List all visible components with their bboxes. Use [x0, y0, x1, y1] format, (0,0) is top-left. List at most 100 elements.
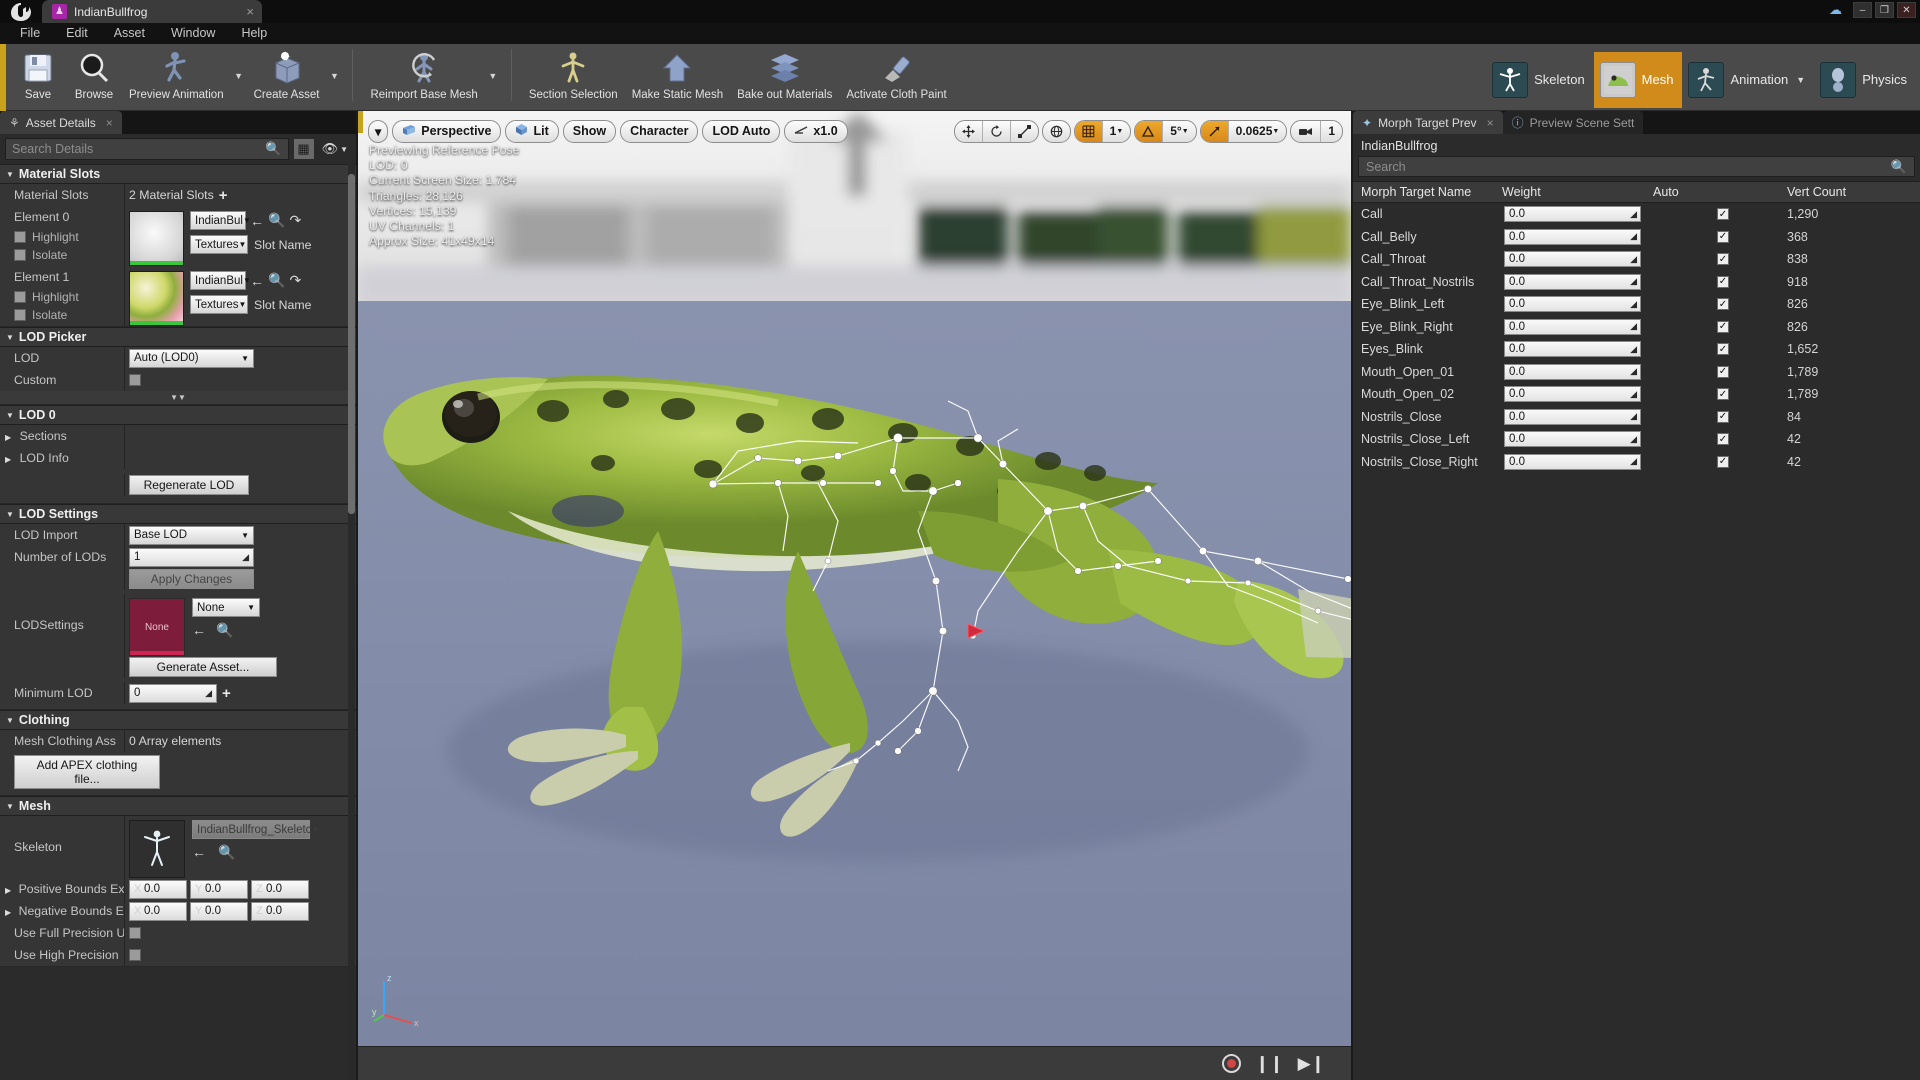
element-0-highlight-checkbox[interactable]	[14, 231, 26, 243]
create-asset-button[interactable]: Create Asset	[247, 44, 327, 107]
mor-auto-checkbox[interactable]: ✓	[1717, 253, 1729, 266]
spinner-icon[interactable]: ◢	[1630, 456, 1637, 467]
element-0-material-combo[interactable]: IndianBul ▼	[190, 211, 251, 230]
spinner-icon[interactable]: ◢	[1630, 344, 1637, 355]
skeleton-reset-arrow-icon[interactable]: ←	[192, 844, 206, 861]
morph-weight-slider[interactable]: 0.0 ◢	[1504, 431, 1641, 448]
mor-auto-checkbox[interactable]: ✓	[1717, 433, 1729, 446]
regenerate-lod-button[interactable]: Regenerate LOD	[129, 475, 249, 495]
spinner-icon[interactable]: ◢	[1630, 276, 1637, 287]
generate-asset-button[interactable]: Generate Asset...	[129, 657, 277, 677]
morph-weight-slider[interactable]: 0.0 ◢	[1504, 363, 1641, 380]
viewport-perspective-button[interactable]: Perspective	[392, 119, 502, 143]
positive-bounds-x[interactable]: X 0.0	[129, 879, 187, 899]
spinner-icon[interactable]: ◢	[1630, 434, 1637, 445]
tab-close-icon[interactable]: ×	[106, 116, 113, 130]
element-0-browse-icon[interactable]: 🔍	[268, 212, 285, 229]
morph-weight-slider[interactable]: 0.0 ◢	[1504, 296, 1641, 313]
menu-edit[interactable]: Edit	[53, 23, 101, 44]
custom-checkbox[interactable]	[129, 374, 141, 386]
negative-bounds-z[interactable]: Z 0.0	[251, 901, 309, 921]
viewport[interactable]: ▾ Perspective Lit Show Character LOD Aut…	[358, 111, 1351, 1080]
category-lod-settings[interactable]: ▼ LOD Settings	[0, 504, 356, 524]
mor-auto-checkbox[interactable]: ✓	[1717, 455, 1729, 468]
tab-asset-details[interactable]: ⚘ Asset Details ×	[0, 111, 122, 134]
minimum-lod-input[interactable]: 0 ◢	[129, 683, 217, 703]
grid-view-icon[interactable]: ▦	[292, 138, 315, 160]
mor-auto-checkbox[interactable]: ✓	[1717, 365, 1729, 378]
scale-tool-icon[interactable]	[1011, 121, 1038, 142]
spinner-icon[interactable]: ◢	[1630, 389, 1637, 400]
add-minimum-lod-button[interactable]: +	[222, 685, 231, 702]
lodsettings-reset-arrow-icon[interactable]: ←	[192, 622, 206, 639]
animation-mode-caret-icon[interactable]: ▼	[1796, 75, 1805, 85]
element-1-material-thumbnail[interactable]	[129, 271, 184, 326]
element-1-browse-icon[interactable]: 🔍	[268, 272, 285, 289]
details-scrollbar[interactable]	[348, 164, 355, 1080]
table-row[interactable]: Eye_Blink_Left 0.0 ◢ ✓ 826	[1353, 293, 1920, 316]
step-forward-button[interactable]: ▶❙	[1298, 1054, 1325, 1074]
details-scroll-area[interactable]: ▼ Material Slots Material Slots 2 Materi…	[0, 164, 356, 1080]
category-clothing[interactable]: ▼ Clothing	[0, 710, 356, 730]
element-0-material-thumbnail[interactable]	[129, 211, 184, 266]
morph-weight-slider[interactable]: 0.0 ◢	[1504, 453, 1641, 470]
spinner-icon[interactable]: ◢	[242, 552, 249, 563]
mode-mesh[interactable]: Mesh	[1593, 51, 1683, 108]
number-of-lods-input[interactable]: 1 ◢	[129, 547, 254, 567]
cloud-icon[interactable]: ☁	[1829, 2, 1842, 18]
section-selection-button[interactable]: Section Selection	[522, 44, 625, 107]
negative-bounds-y[interactable]: Y 0.0	[190, 901, 248, 921]
table-row[interactable]: Call_Throat 0.0 ◢ ✓ 838	[1353, 248, 1920, 271]
lodsettings-browse-icon[interactable]: 🔍	[216, 622, 233, 639]
use-high-precision-checkbox[interactable]	[129, 949, 141, 961]
menu-window[interactable]: Window	[158, 23, 228, 44]
column-vert-count[interactable]: Vert Count	[1779, 185, 1920, 199]
mode-physics[interactable]: Physics	[1814, 52, 1916, 108]
scale-snap-value[interactable]: 0.0625 ▼	[1229, 121, 1287, 142]
spinner-icon[interactable]: ◢	[1630, 231, 1637, 242]
expand-triangle-icon[interactable]: ▶	[5, 455, 11, 464]
column-weight[interactable]: Weight	[1494, 185, 1645, 199]
create-asset-caret-icon[interactable]: ▼	[326, 44, 342, 107]
eye-icon[interactable]: 👁 ▼	[319, 141, 351, 157]
table-row[interactable]: Mouth_Open_01 0.0 ◢ ✓ 1,789	[1353, 361, 1920, 384]
maximize-button[interactable]: ❐	[1875, 2, 1894, 18]
lodsettings-combo[interactable]: None ▼	[192, 598, 260, 617]
sections-row[interactable]: ▶ Sections	[0, 425, 356, 447]
spinner-icon[interactable]: ◢	[1630, 209, 1637, 220]
mode-animation[interactable]: Animation ▼	[1682, 52, 1814, 108]
element-1-isolate-checkbox[interactable]	[14, 309, 26, 321]
lodsettings-thumbnail[interactable]: None	[129, 598, 185, 656]
element-0-isolate-checkbox[interactable]	[14, 249, 26, 261]
reimport-caret-icon[interactable]: ▼	[485, 44, 501, 107]
select-move-tool-icon[interactable]	[955, 120, 983, 142]
skeleton-thumbnail[interactable]	[129, 820, 185, 878]
mor-auto-checkbox[interactable]: ✓	[1717, 388, 1729, 401]
camera-speed-icon[interactable]	[1291, 120, 1322, 142]
search-details-input[interactable]: Search Details 🔍	[5, 138, 289, 160]
morph-weight-slider[interactable]: 0.0 ◢	[1504, 251, 1641, 268]
menu-asset[interactable]: Asset	[101, 23, 158, 44]
viewport-playback-speed-button[interactable]: x1.0	[784, 119, 848, 143]
mor-auto-checkbox[interactable]: ✓	[1717, 230, 1729, 243]
spinner-icon[interactable]: ◢	[1630, 411, 1637, 422]
element-1-highlight-checkbox[interactable]	[14, 291, 26, 303]
reimport-base-mesh-button[interactable]: Reimport Base Mesh	[363, 44, 484, 107]
world-space-icon[interactable]	[1043, 121, 1070, 142]
angle-snap-toggle-icon[interactable]	[1135, 120, 1164, 142]
grid-snap-toggle-icon[interactable]	[1074, 120, 1103, 142]
expand-triangle-icon[interactable]: ▶	[5, 886, 11, 895]
column-auto[interactable]: Auto	[1645, 185, 1779, 199]
category-lod0[interactable]: ▼ LOD 0	[0, 405, 356, 425]
expand-triangle-icon[interactable]: ▶	[5, 433, 11, 442]
skeleton-browse-icon[interactable]: 🔍	[218, 844, 235, 861]
lod-info-row[interactable]: ▶ LOD Info	[0, 447, 356, 469]
browse-button[interactable]: Browse	[66, 44, 122, 107]
angle-snap-value[interactable]: 5° ▼	[1163, 121, 1195, 142]
preview-animation-button[interactable]: Preview Animation	[122, 44, 231, 107]
negative-bounds-x[interactable]: X 0.0	[129, 901, 187, 921]
spinner-icon[interactable]: ◢	[1630, 321, 1637, 332]
column-morph-target-name[interactable]: Morph Target Name	[1353, 185, 1494, 199]
preview-animation-caret-icon[interactable]: ▼	[231, 44, 247, 107]
bake-out-materials-button[interactable]: Bake out Materials	[730, 44, 839, 107]
